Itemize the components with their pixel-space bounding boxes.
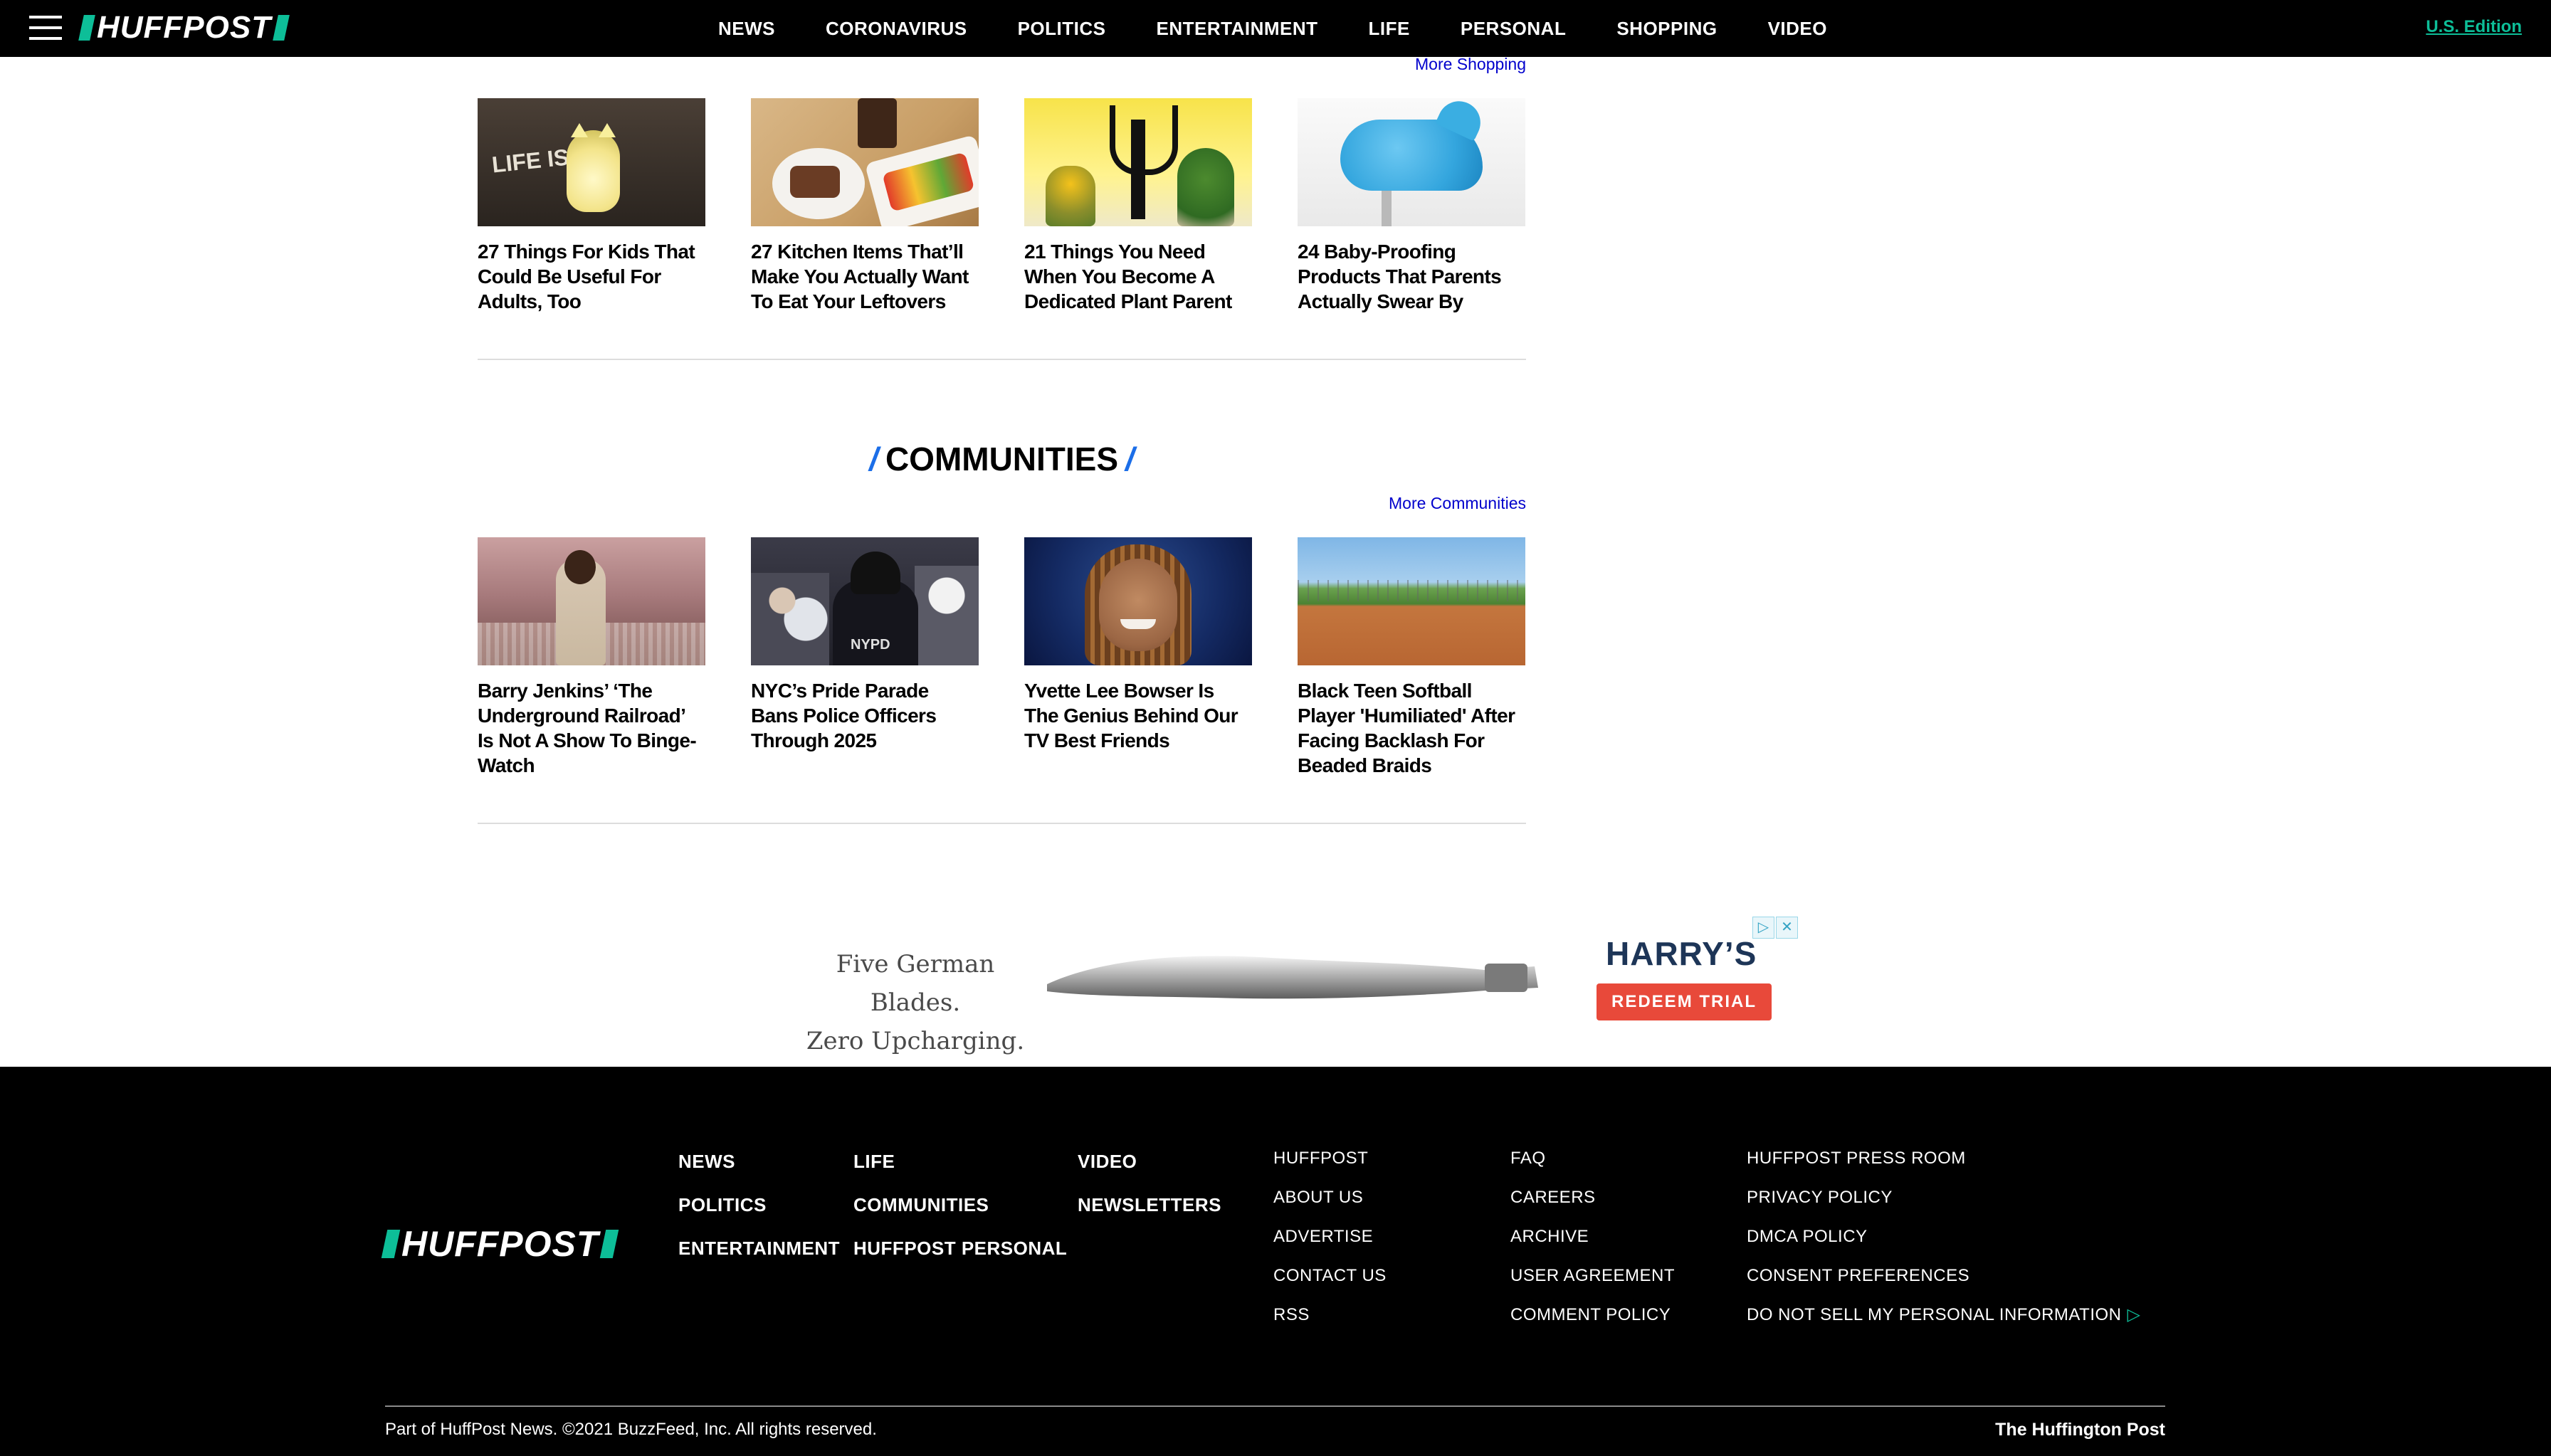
whale-faucet-cover-image[interactable]: [1298, 98, 1525, 226]
more-communities-link[interactable]: More Communities: [1389, 494, 1526, 513]
footer-link-faq[interactable]: FAQ: [1510, 1148, 1675, 1187]
footer-link-contact-us[interactable]: CONTACT US: [1273, 1265, 1387, 1304]
nav-personal[interactable]: PERSONAL: [1461, 18, 1566, 40]
card-headline[interactable]: 21 Things You Need When You Become A Ded…: [1024, 239, 1252, 314]
nav-video[interactable]: VIDEO: [1768, 18, 1827, 40]
harrys-logo: HARRY’S: [1606, 935, 1757, 972]
footer-link-about-us[interactable]: ABOUT US: [1273, 1187, 1387, 1226]
main-nav: NEWS CORONAVIRUS POLITICS ENTERTAINMENT …: [718, 0, 1878, 57]
grow-lamp-plants-image[interactable]: [1024, 98, 1252, 226]
nav-entertainment[interactable]: ENTERTAINMENT: [1157, 18, 1318, 40]
footer-col-sections-2: LIFE COMMUNITIES HUFFPOST PERSONAL: [853, 1149, 1067, 1279]
footer-link-do-not-sell[interactable]: DO NOT SELL MY PERSONAL INFORMATION ▷: [1747, 1304, 2140, 1344]
footer-col-sections-1: NEWS POLITICS ENTERTAINMENT: [678, 1149, 840, 1279]
footer-link-consent-preferences[interactable]: CONSENT PREFERENCES: [1747, 1265, 2140, 1304]
footer-copyright: Part of HuffPost News. ©2021 BuzzFeed, I…: [385, 1420, 877, 1439]
shopping-card-2[interactable]: 27 Kitchen Items That’ll Make You Actual…: [751, 98, 979, 314]
footer-link-advertise[interactable]: ADVERTISE: [1273, 1226, 1387, 1265]
footer-col-company: HUFFPOST ABOUT US ADVERTISE CONTACT US R…: [1273, 1148, 1387, 1344]
huffpost-logo[interactable]: HUFFPOST: [78, 10, 290, 46]
communities-card-2[interactable]: NYPD NYC’s Pride Parade Bans Police Offi…: [751, 537, 979, 753]
shopping-card-3[interactable]: 21 Things You Need When You Become A Ded…: [1024, 98, 1252, 314]
ad-tagline: Five German Blades. Zero Upcharging.: [806, 950, 1025, 1055]
privacy-options-icon: ▷: [2127, 1305, 2141, 1324]
advertisement-banner[interactable]: Five German Blades. Zero Upcharging. HAR…: [773, 917, 1798, 1055]
food-plates-image[interactable]: [751, 98, 979, 226]
softball-field-image[interactable]: [1298, 537, 1525, 665]
footer-link-dmca-policy[interactable]: DMCA POLICY: [1747, 1226, 2140, 1265]
nav-politics[interactable]: POLITICS: [1018, 18, 1106, 40]
smiling-woman-image[interactable]: [1024, 537, 1252, 665]
footer-site-name: The Huffington Post: [1995, 1420, 2165, 1440]
shopping-card-1[interactable]: LIFE IS 27 Things For Kids That Could Be…: [478, 98, 705, 314]
shopping-card-4[interactable]: 24 Baby-Proofing Products That Parents A…: [1298, 98, 1525, 314]
logo-bar-right: [273, 15, 290, 41]
footer-link-entertainment[interactable]: ENTERTAINMENT: [678, 1235, 840, 1279]
footer-col-help: FAQ CAREERS ARCHIVE USER AGREEMENT COMME…: [1510, 1148, 1675, 1344]
footer-link-user-agreement[interactable]: USER AGREEMENT: [1510, 1265, 1675, 1304]
card-headline[interactable]: NYC’s Pride Parade Bans Police Officers …: [751, 678, 979, 753]
top-nav: HUFFPOST NEWS CORONAVIRUS POLITICS ENTER…: [0, 0, 2551, 57]
footer-link-politics[interactable]: POLITICS: [678, 1192, 840, 1235]
communities-card-3[interactable]: Yvette Lee Bowser Is The Genius Behind O…: [1024, 537, 1252, 753]
footer-col-sections-3: VIDEO NEWSLETTERS: [1078, 1149, 1221, 1235]
card-headline[interactable]: Yvette Lee Bowser Is The Genius Behind O…: [1024, 678, 1252, 753]
card-headline[interactable]: 27 Kitchen Items That’ll Make You Actual…: [751, 239, 979, 314]
redeem-trial-button[interactable]: REDEEM TRIAL: [1597, 983, 1772, 1020]
menu-icon[interactable]: [29, 16, 62, 40]
footer-link-news[interactable]: NEWS: [678, 1149, 840, 1192]
footer: HUFFPOST NEWS POLITICS ENTERTAINMENT LIF…: [0, 1067, 2551, 1456]
footer-divider: [385, 1405, 2165, 1407]
footer-link-rss[interactable]: RSS: [1273, 1304, 1387, 1344]
footer-link-life[interactable]: LIFE: [853, 1149, 1067, 1192]
footer-link-newsletters[interactable]: NEWSLETTERS: [1078, 1192, 1221, 1235]
section-divider: [478, 823, 1526, 824]
edition-link[interactable]: U.S. Edition: [2426, 17, 2522, 37]
footer-link-huffpost[interactable]: HUFFPOST: [1273, 1148, 1387, 1187]
communities-section-title[interactable]: / COMMUNITIES /: [478, 440, 1526, 478]
woman-in-field-image[interactable]: [478, 537, 705, 665]
footer-col-legal: HUFFPOST PRESS ROOM PRIVACY POLICY DMCA …: [1747, 1148, 2140, 1344]
footer-link-comment-policy[interactable]: COMMENT POLICY: [1510, 1304, 1675, 1344]
nav-news[interactable]: NEWS: [718, 18, 775, 40]
footer-link-careers[interactable]: CAREERS: [1510, 1187, 1675, 1226]
razor-image: [1047, 956, 1538, 999]
section-divider: [478, 359, 1526, 360]
nav-shopping[interactable]: SHOPPING: [1616, 18, 1717, 40]
communities-card-4[interactable]: Black Teen Softball Player 'Humiliated' …: [1298, 537, 1525, 778]
footer-logo[interactable]: HUFFPOST: [381, 1223, 619, 1265]
ad-close-icon[interactable]: ✕: [1776, 917, 1798, 939]
footer-link-archive[interactable]: ARCHIVE: [1510, 1226, 1675, 1265]
footer-link-communities[interactable]: COMMUNITIES: [853, 1192, 1067, 1235]
card-headline[interactable]: 27 Things For Kids That Could Be Useful …: [478, 239, 705, 314]
more-shopping-link[interactable]: More Shopping: [1415, 55, 1526, 74]
nav-life[interactable]: LIFE: [1369, 18, 1410, 40]
nypd-officer-image[interactable]: NYPD: [751, 537, 979, 665]
ad-info-icon[interactable]: ▷: [1752, 917, 1774, 939]
card-headline[interactable]: Black Teen Softball Player 'Humiliated' …: [1298, 678, 1525, 778]
communities-card-1[interactable]: Barry Jenkins’ ‘The Underground Railroad…: [478, 537, 705, 778]
footer-link-privacy-policy[interactable]: PRIVACY POLICY: [1747, 1187, 2140, 1226]
footer-link-huffpost-personal[interactable]: HUFFPOST PERSONAL: [853, 1235, 1067, 1279]
ad-choices[interactable]: ▷ ✕: [1751, 917, 1798, 939]
nav-coronavirus[interactable]: CORONAVIRUS: [826, 18, 967, 40]
logo-text: HUFFPOST: [97, 10, 272, 45]
cat-night-light-image[interactable]: LIFE IS: [478, 98, 705, 226]
footer-link-video[interactable]: VIDEO: [1078, 1149, 1221, 1192]
footer-link-press-room[interactable]: HUFFPOST PRESS ROOM: [1747, 1148, 2140, 1187]
card-headline[interactable]: 24 Baby-Proofing Products That Parents A…: [1298, 239, 1525, 314]
card-headline[interactable]: Barry Jenkins’ ‘The Underground Railroad…: [478, 678, 705, 778]
logo-bar-left: [78, 15, 95, 41]
